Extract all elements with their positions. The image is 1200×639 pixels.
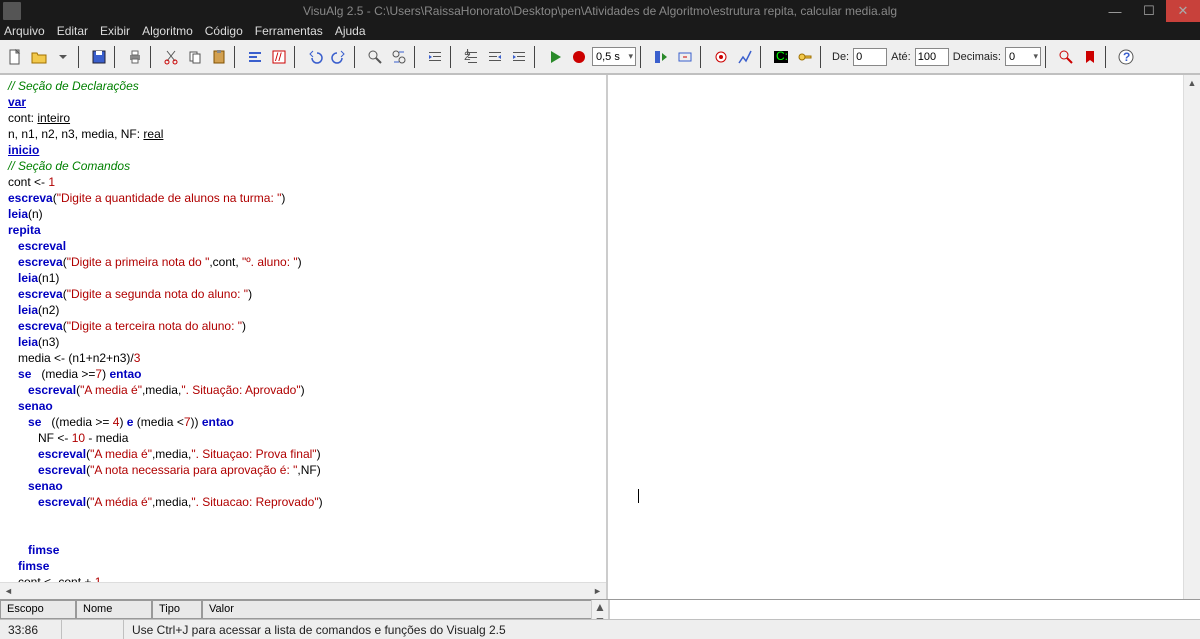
trace-icon[interactable] [734,46,756,68]
titlebar: VisuAlg 2.5 - C:\Users\RaissaHonorato\De… [0,0,1200,22]
toolbar: // 12 0,5 s C: De: Até: Decimais: 0 ? [0,40,1200,74]
redo-icon[interactable] [328,46,350,68]
zoom-icon[interactable] [1055,46,1077,68]
output-pane[interactable]: ▲ [608,75,1200,599]
col-escopo[interactable]: Escopo [0,600,76,619]
delay-combo[interactable]: 0,5 s [592,47,636,66]
dos-window-icon[interactable]: C: [770,46,792,68]
svg-text:C:: C: [776,49,788,63]
stop-icon[interactable] [568,46,590,68]
copy-icon[interactable] [184,46,206,68]
key-icon[interactable] [794,46,816,68]
menu-codigo[interactable]: Código [205,24,243,38]
breakpoint-icon[interactable] [710,46,732,68]
variable-table: Escopo Nome Tipo Valor ▲▼ [0,599,1200,619]
input-de[interactable] [853,48,887,66]
label-decimais: Decimais: [953,51,1001,63]
label-de: De: [832,51,849,63]
step-over-icon[interactable] [674,46,696,68]
menu-ajuda[interactable]: Ajuda [335,24,366,38]
menu-algoritmo[interactable]: Algoritmo [142,24,193,38]
paste-icon[interactable] [208,46,230,68]
vartable-right-gap [608,600,1200,619]
window-controls: — ☐ ✕ [1098,0,1200,22]
status-hint: Use Ctrl+J para acessar a lista de coman… [124,620,1200,639]
dropdown-icon[interactable] [52,46,74,68]
format-icon[interactable] [244,46,266,68]
undo-icon[interactable] [304,46,326,68]
svg-text:2: 2 [464,49,471,63]
col-nome[interactable]: Nome [76,600,152,619]
indent-icon[interactable] [508,46,530,68]
comment-icon[interactable]: // [268,46,290,68]
window-title: VisuAlg 2.5 - C:\Users\RaissaHonorato\De… [303,4,897,18]
label-ate: Até: [891,51,911,63]
output-cursor [638,489,639,503]
help-icon[interactable]: ? [1115,46,1137,68]
run-icon[interactable] [544,46,566,68]
input-decimais[interactable]: 0 [1005,47,1041,66]
svg-text://: // [275,50,282,64]
cursor-position: 33:86 [0,620,62,639]
col-valor[interactable]: Valor [202,600,591,619]
statusbar: 33:86 Use Ctrl+J para acessar a lista de… [0,619,1200,639]
input-ate[interactable] [915,48,949,66]
menu-editar[interactable]: Editar [57,24,88,38]
output-v-scrollbar[interactable]: ▲ [1183,75,1200,599]
print-icon[interactable] [124,46,146,68]
step-icon[interactable] [650,46,672,68]
main-area: // Seção de Declarações var cont: inteir… [0,74,1200,599]
new-file-icon[interactable] [4,46,26,68]
svg-text:?: ? [1123,50,1130,64]
menu-ferramentas[interactable]: Ferramentas [255,24,323,38]
save-icon[interactable] [88,46,110,68]
menubar: Arquivo Editar Exibir Algoritmo Código F… [0,22,1200,40]
indent-right-icon[interactable] [424,46,446,68]
open-file-icon[interactable] [28,46,50,68]
editor-pane: // Seção de Declarações var cont: inteir… [0,75,608,599]
maximize-button[interactable]: ☐ [1132,0,1166,22]
col-tipo[interactable]: Tipo [152,600,202,619]
numbered-list-icon[interactable]: 12 [460,46,482,68]
status-cell-2 [62,620,124,639]
code-editor[interactable]: // Seção de Declarações var cont: inteir… [0,75,606,582]
bookmark-icon[interactable] [1079,46,1101,68]
menu-exibir[interactable]: Exibir [100,24,130,38]
cut-icon[interactable] [160,46,182,68]
replace-icon[interactable] [388,46,410,68]
vartable-scrollbar[interactable]: ▲▼ [591,600,608,619]
close-button[interactable]: ✕ [1166,0,1200,22]
find-icon[interactable] [364,46,386,68]
menu-arquivo[interactable]: Arquivo [4,24,45,38]
minimize-button[interactable]: — [1098,0,1132,22]
outdent-icon[interactable] [484,46,506,68]
editor-h-scrollbar[interactable]: ◄► [0,582,606,599]
app-icon [3,2,21,20]
